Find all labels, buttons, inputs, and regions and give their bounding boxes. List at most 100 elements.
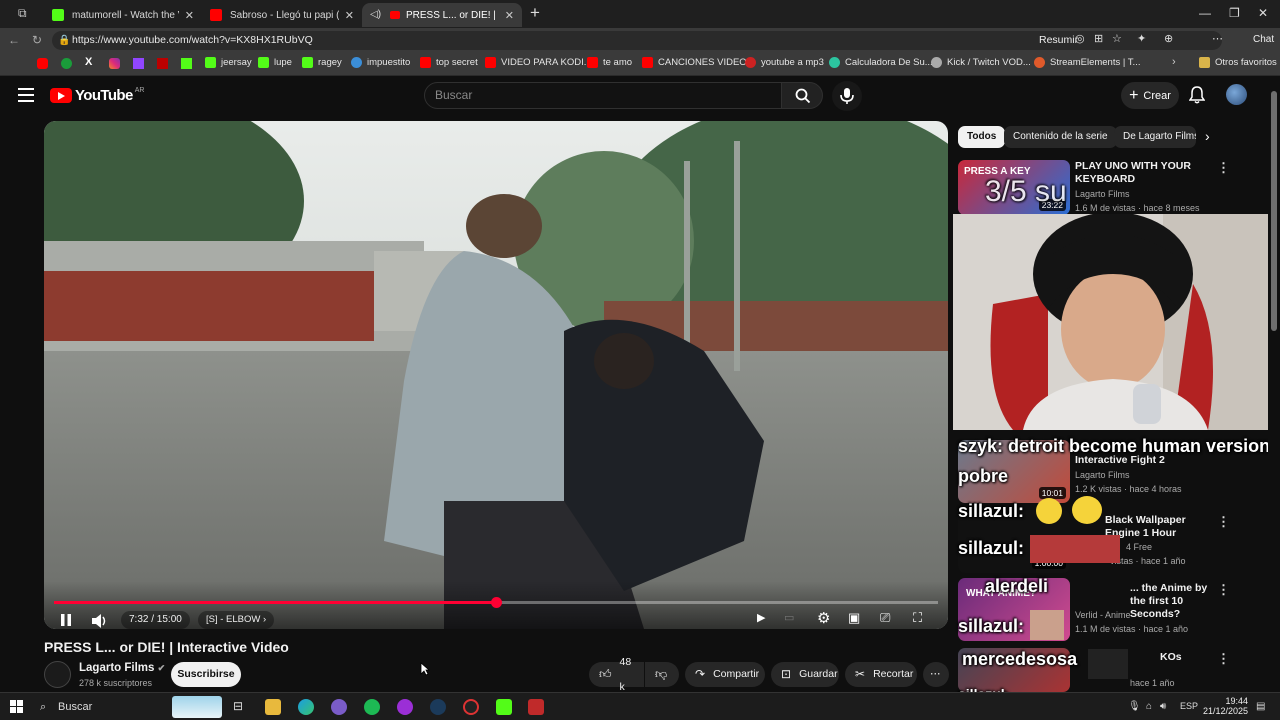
channel-avatar[interactable]	[44, 661, 71, 688]
close-window-icon[interactable]: ✕	[1258, 6, 1268, 20]
windows-start-icon[interactable]	[10, 700, 23, 713]
search-button[interactable]	[781, 82, 823, 109]
fullscreen-icon[interactable]: ⛶	[913, 610, 922, 626]
miniplayer-icon[interactable]: ▣	[848, 610, 860, 626]
microphone-tray-icon[interactable]: 🎙︎	[1128, 701, 1141, 712]
bookmark-item[interactable]: impuestito	[351, 57, 410, 68]
app-icon[interactable]	[331, 699, 347, 715]
volume-icon[interactable]	[91, 613, 109, 629]
like-button[interactable]: 👍︎ 48 k	[589, 656, 644, 693]
autoplay-toggle-icon[interactable]: ▶	[757, 611, 765, 624]
chapter-button[interactable]: [S] - ELBOW ›	[198, 611, 275, 629]
voice-search-button[interactable]	[832, 81, 862, 111]
bookmark-item[interactable]: Kick / Twitch VOD...	[931, 57, 1031, 68]
maximize-icon[interactable]: ❐	[1229, 6, 1240, 20]
bookmark-item[interactable]: CANCIONES VIDEOS	[642, 57, 753, 68]
winter-widget-icon[interactable]	[172, 696, 222, 718]
clock[interactable]: 19:44 21/12/2025	[1200, 696, 1248, 716]
reload-icon[interactable]: ↻	[32, 33, 42, 47]
summarize-button[interactable]: Resumir	[1039, 34, 1078, 46]
new-tab-button[interactable]: +	[530, 3, 540, 23]
bookmark-item[interactable]: youtube a mp3	[745, 57, 824, 68]
green-bookmark-icon[interactable]	[61, 58, 72, 69]
instagram-bookmark-icon[interactable]	[109, 58, 120, 69]
user-avatar[interactable]	[1226, 84, 1247, 105]
steam-icon[interactable]	[430, 699, 446, 715]
network-icon[interactable]: ⌂	[1146, 701, 1152, 712]
scrollbar-thumb[interactable]	[1271, 91, 1277, 331]
collections-icon[interactable]: ⊕	[1164, 32, 1173, 45]
split-view-icon[interactable]: ⊞	[1094, 32, 1103, 45]
volume-tray-icon[interactable]: 🔊︎	[1160, 701, 1166, 712]
twitch-bookmark-icon[interactable]	[133, 58, 144, 69]
chip-series-content[interactable]: Contenido de la serie	[1004, 126, 1117, 148]
tab-press-l-video[interactable]: ◁) PRESS L... or DIE! | Interactive ✕	[362, 3, 522, 27]
edge-browser-icon[interactable]	[298, 699, 314, 715]
pause-icon[interactable]	[59, 613, 73, 627]
create-button[interactable]: + Crear	[1121, 82, 1179, 109]
app-icon[interactable]	[528, 699, 544, 715]
more-vertical-icon[interactable]: ⋮	[1217, 651, 1230, 667]
chevron-right-icon[interactable]: ›	[1172, 56, 1176, 68]
minimize-icon[interactable]: —	[1199, 6, 1211, 20]
progress-scrubber[interactable]	[491, 597, 502, 608]
app-icon[interactable]	[463, 699, 479, 715]
spotify-icon[interactable]	[364, 699, 380, 715]
tab-kick-vod[interactable]: matumorell - Watch the VOD on K ✕	[44, 3, 202, 27]
channel-name[interactable]: Lagarto Films ✔	[79, 662, 165, 674]
clip-button[interactable]: ✂ Recortar	[845, 662, 917, 687]
share-button[interactable]: ↷ Compartir	[685, 662, 765, 687]
back-icon[interactable]: ←	[8, 33, 20, 47]
save-button[interactable]: ⊡ Guardar	[771, 662, 839, 687]
chip-all[interactable]: Todos	[958, 126, 1006, 148]
bookmark-item[interactable]: te amo	[587, 57, 632, 68]
youtube-logo[interactable]: YouTube AR	[50, 87, 144, 104]
x-bookmark-icon[interactable]: X	[85, 56, 92, 68]
recommended-channel[interactable]: Lagarto Films	[1075, 189, 1130, 199]
more-vertical-icon[interactable]: ⋮	[1217, 514, 1230, 530]
bookmark-item[interactable]: top secret	[420, 57, 478, 68]
video-player[interactable]: 7:32 / 15:00 [S] - ELBOW › ▶ ▭ ⚙ ▣ ⎚ ⛶	[44, 121, 948, 629]
task-view-icon[interactable]: ⊟	[233, 699, 249, 715]
bookmark-item[interactable]: jeersay	[205, 57, 252, 68]
bookmark-item[interactable]: StreamElements | T...	[1034, 57, 1140, 68]
other-favorites-folder[interactable]: Otros favoritos	[1199, 57, 1277, 68]
chip-from-channel[interactable]: De Lagarto Films	[1114, 126, 1196, 148]
bookmark-item[interactable]: lupe	[258, 57, 292, 68]
more-vertical-icon[interactable]: ⋮	[1217, 582, 1230, 598]
subtitles-icon[interactable]: ▭	[784, 611, 794, 624]
dislike-button[interactable]: 👎︎	[645, 662, 679, 687]
kick-bookmark-icon[interactable]	[181, 58, 192, 69]
more-actions-button[interactable]: ⋯	[923, 662, 949, 687]
close-tab-icon[interactable]: ✕	[179, 9, 194, 22]
recommended-channel[interactable]: Lagarto Films	[1075, 470, 1130, 480]
recommended-channel[interactable]: Verlid - Anime	[1075, 610, 1131, 620]
tab-actions-icon[interactable]: ⧉	[18, 6, 27, 21]
close-tab-icon[interactable]: ✕	[499, 9, 514, 22]
red-bookmark-icon[interactable]	[157, 58, 168, 69]
menu-icon[interactable]	[18, 88, 34, 106]
bookmark-item[interactable]: Calculadora De Su...	[829, 57, 933, 68]
recommended-title[interactable]: ... the Anime by the first 10 Seconds?	[1130, 582, 1218, 621]
page-scrollbar[interactable]	[1268, 77, 1280, 692]
recommended-channel[interactable]: 4 Free	[1126, 542, 1152, 552]
file-explorer-icon[interactable]	[265, 699, 281, 715]
favorite-star-icon[interactable]: ☆	[1112, 32, 1122, 45]
language-indicator[interactable]: ESP	[1180, 701, 1198, 711]
progress-bar[interactable]	[54, 597, 938, 608]
youtube-bookmark-icon[interactable]	[37, 58, 48, 69]
notifications-bell-icon[interactable]	[1189, 86, 1205, 104]
cast-icon[interactable]: ⎚	[880, 610, 890, 626]
more-vertical-icon[interactable]: ⋮	[1217, 160, 1230, 176]
kick-icon[interactable]	[496, 699, 512, 715]
extensions-icon[interactable]: ✦	[1137, 32, 1146, 45]
copilot-chat-label[interactable]: Chat	[1253, 34, 1274, 45]
search-input[interactable]: Buscar	[424, 82, 782, 109]
bookmark-item[interactable]: VIDEO PARA KODI...	[485, 57, 592, 68]
settings-gear-icon[interactable]: ⚙	[817, 609, 830, 627]
chips-next-icon[interactable]: ›	[1205, 128, 1210, 144]
close-tab-icon[interactable]: ✕	[339, 9, 354, 22]
notifications-icon[interactable]: ▤	[1256, 701, 1265, 712]
recommended-title[interactable]: PLAY UNO WITH YOUR KEYBOARD	[1075, 160, 1215, 186]
app-icon[interactable]	[397, 699, 413, 715]
